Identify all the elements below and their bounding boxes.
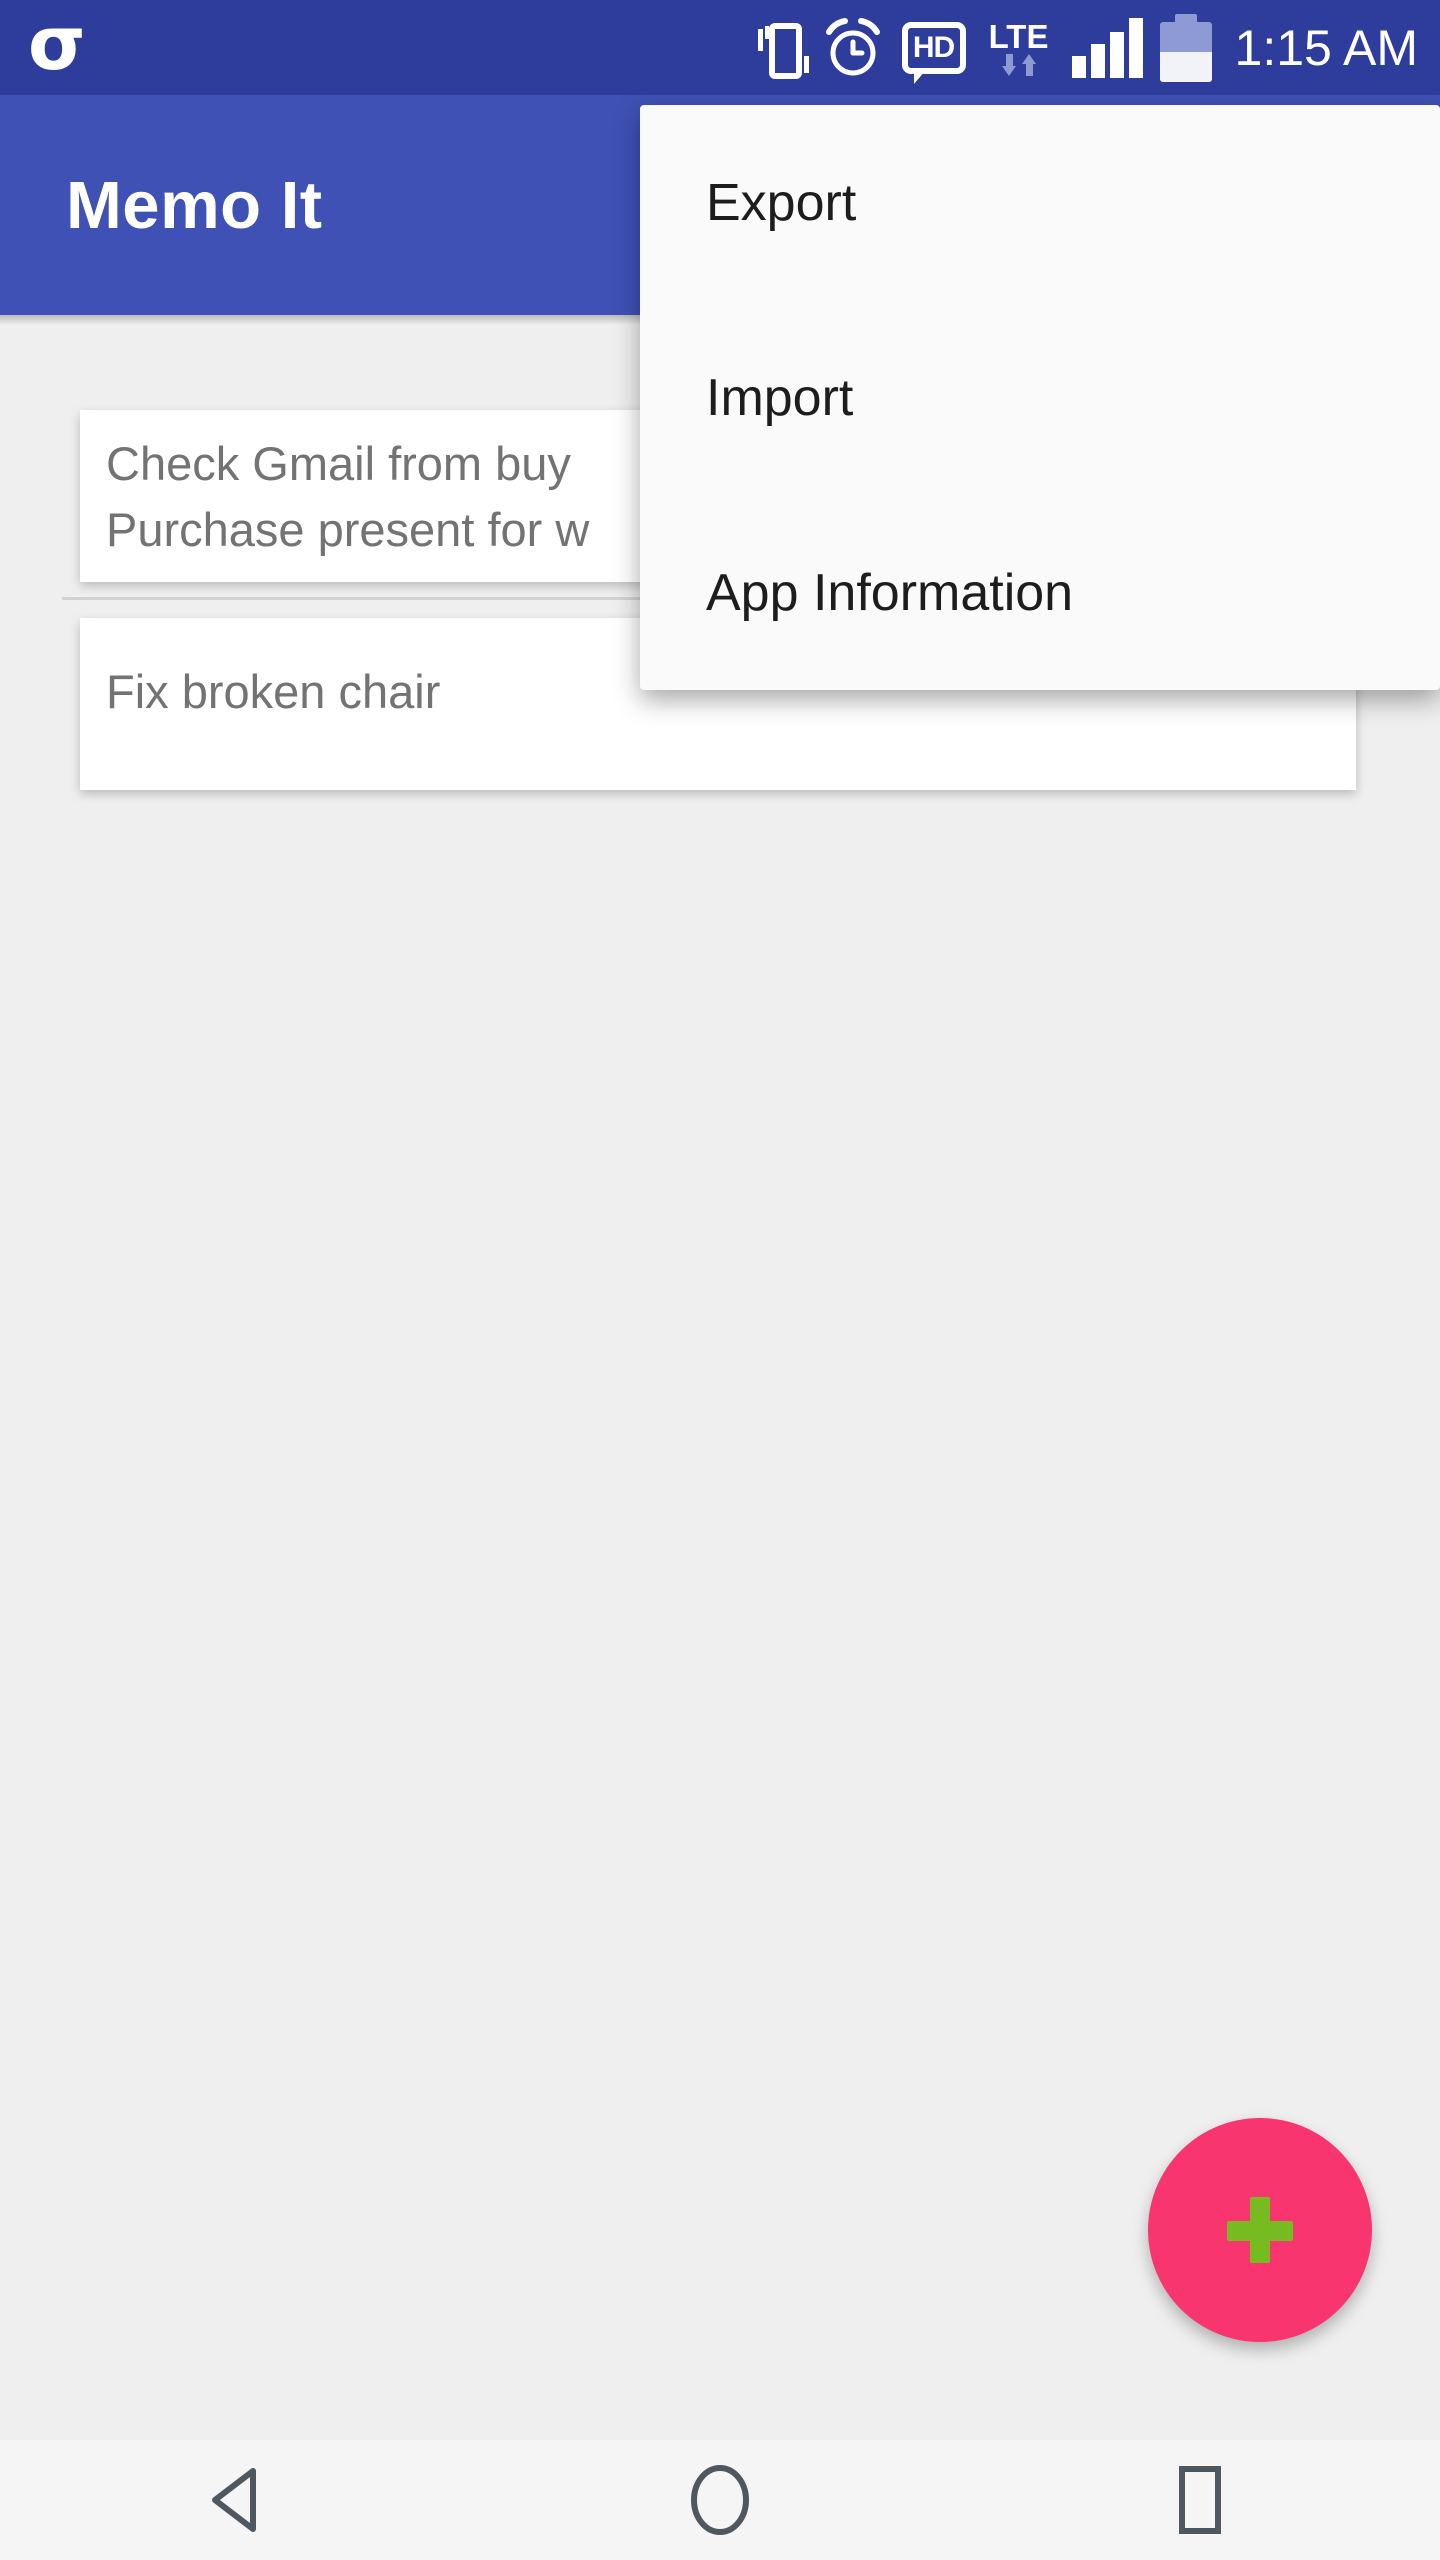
navigation-bar xyxy=(0,2440,1440,2560)
sigma-app-icon: σ xyxy=(28,0,86,87)
back-button[interactable] xyxy=(120,2440,360,2560)
lte-data-arrows xyxy=(1001,53,1036,76)
back-triangle-icon xyxy=(212,2468,256,2532)
alarm-icon xyxy=(821,16,885,80)
signal-icon xyxy=(1071,17,1143,78)
vibrate-icon xyxy=(757,17,809,79)
hd-label: HD xyxy=(912,30,955,64)
recents-square-icon xyxy=(1179,2466,1221,2534)
page-title: Memo It xyxy=(66,167,323,243)
overflow-menu[interactable]: Export Import App Information xyxy=(640,105,1440,690)
home-button[interactable] xyxy=(600,2440,840,2560)
menu-item-import[interactable]: Import xyxy=(640,300,1440,495)
lte-icon: LTE xyxy=(983,20,1055,76)
status-bar: σ HD LTE 1:15 AM xyxy=(0,0,1440,95)
lte-label: LTE xyxy=(988,17,1049,55)
home-circle-icon xyxy=(691,2465,749,2535)
recents-button[interactable] xyxy=(1080,2440,1320,2560)
status-bar-notifications: σ xyxy=(28,7,86,85)
menu-item-export[interactable]: Export xyxy=(640,105,1440,300)
menu-item-app-information[interactable]: App Information xyxy=(640,495,1440,690)
battery-icon xyxy=(1159,13,1212,82)
add-memo-button[interactable] xyxy=(1148,2118,1372,2342)
status-bar-system-icons: HD LTE 1:15 AM xyxy=(757,13,1418,84)
status-bar-clock: 1:15 AM xyxy=(1234,19,1418,76)
upload-arrow-icon xyxy=(1021,53,1036,76)
android-screen: σ HD LTE 1:15 AM Memo It Check Gmail fro… xyxy=(0,0,1440,2560)
plus-icon xyxy=(1227,2197,1293,2263)
hd-voice-icon: HD xyxy=(901,21,966,84)
download-arrow-icon xyxy=(1001,53,1016,76)
